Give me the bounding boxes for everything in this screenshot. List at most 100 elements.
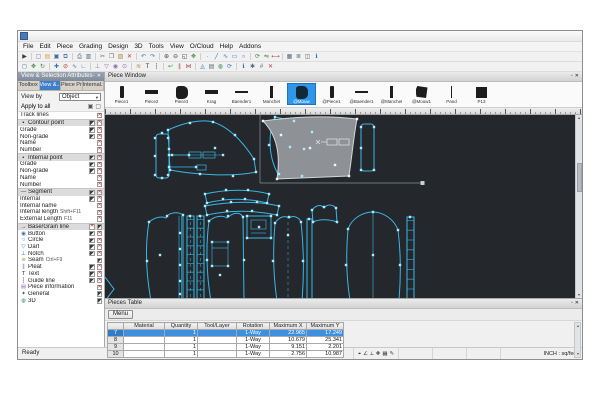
table-row-10[interactable]: 1011-Way2.75610.987 (108, 351, 344, 358)
menu-tools[interactable]: Tools (146, 42, 167, 51)
table-menu-button[interactable]: Menu (108, 310, 133, 319)
fill-toggle-icon[interactable] (89, 278, 95, 284)
corner-tool-icon[interactable]: ∟ (79, 63, 88, 71)
notch-tool-icon[interactable]: ⊥ (93, 63, 102, 71)
options-icon[interactable]: ✱ (248, 63, 257, 71)
pin-icon[interactable]: ▫ (571, 72, 573, 81)
properties-icon[interactable]: ◫ (303, 53, 312, 61)
hide-toggle-icon[interactable]: ✕ (97, 196, 103, 202)
text-tool-icon[interactable]: T (143, 63, 152, 71)
redo-icon[interactable]: ↷ (148, 53, 157, 61)
canvas-vertical-scrollbar[interactable]: ▲ ▼ (575, 115, 582, 298)
hide-toggle-icon[interactable]: ✕ (97, 264, 103, 270)
hide-toggle-icon[interactable]: ✕ (97, 271, 103, 277)
pan-icon[interactable]: ✥ (189, 53, 198, 61)
pattern-piece-narrow-strip[interactable] (307, 219, 312, 298)
paste-icon[interactable]: ▧ (116, 53, 125, 61)
zoom-fit-icon[interactable]: ◱ (180, 53, 189, 61)
pattern-piece-cuff-left[interactable] (156, 134, 169, 178)
piece-move-icon[interactable]: ✥ (29, 63, 38, 71)
hide-toggle-icon[interactable]: ✕ (97, 127, 103, 133)
piece-thumb-piece1[interactable]: Piece1 (107, 83, 136, 105)
fill-toggle-icon[interactable] (89, 134, 95, 140)
grid-icon[interactable]: ▦ (285, 53, 294, 61)
piece-thumb-krag[interactable]: Krag (197, 83, 226, 105)
table-scroll-up-icon[interactable]: ▲ (575, 323, 581, 329)
scroll-down-icon[interactable]: ▼ (576, 292, 582, 298)
hide-toggle-icon[interactable]: ✕ (97, 231, 103, 237)
menu-piece[interactable]: Piece (54, 42, 76, 51)
undo-icon[interactable]: ↶ (139, 53, 148, 61)
fill-toggle-icon[interactable] (89, 251, 95, 257)
view-by-dropdown[interactable]: Object ▾ (59, 93, 101, 101)
fill-toggle-icon[interactable] (97, 298, 103, 304)
hide-toggle-icon[interactable]: ✕ (89, 224, 95, 230)
piece-rotate-icon[interactable]: ↻ (38, 63, 47, 71)
smooth-tool-icon[interactable]: ∿ (70, 63, 79, 71)
menu-design[interactable]: Design (105, 42, 131, 51)
menu-edit[interactable]: Edit (36, 42, 53, 51)
split-tool-icon[interactable]: ∥ (175, 63, 184, 71)
close-tool-icon[interactable]: ✕ (266, 63, 275, 71)
zoom-in-icon[interactable]: ⊕ (162, 53, 171, 61)
hide-toggle-icon[interactable]: ✕ (97, 155, 103, 161)
print-preview-icon[interactable]: ▥ (84, 53, 93, 61)
curve-tool-icon[interactable]: ∿ (221, 53, 230, 61)
menu-help[interactable]: Help (217, 42, 236, 51)
line-tool-icon[interactable]: ╱ (212, 53, 221, 61)
piece-info-icon[interactable]: ℹ (239, 63, 248, 71)
close-icon[interactable]: ✕ (575, 299, 579, 308)
pattern-piece-bodice-center[interactable] (207, 213, 244, 298)
hide-toggle-icon[interactable]: ✕ (97, 147, 103, 153)
piece-select-icon[interactable]: ◻ (20, 63, 29, 71)
hide-toggle-icon[interactable]: ✕ (97, 238, 103, 244)
new-document-icon[interactable]: ▢ (34, 53, 43, 61)
hide-toggle-icon[interactable]: ✕ (97, 190, 103, 196)
fill-toggle-icon[interactable] (89, 231, 95, 237)
measure-icon[interactable]: ⟷ (271, 53, 280, 61)
table-row-8[interactable]: 811-Way10.67925.341 (108, 337, 344, 344)
hide-toggle-icon[interactable]: ✕ (97, 134, 103, 140)
copy-icon[interactable]: ❐ (107, 53, 116, 61)
dart-tool-icon[interactable]: ▽ (102, 63, 111, 71)
piece-thumb-p13[interactable]: P13 (467, 83, 496, 105)
pattern-piece-edge-partial[interactable] (105, 277, 114, 298)
menu-grading[interactable]: Grading (76, 42, 105, 51)
piece-thumb-piece2[interactable]: Piece2 (137, 83, 166, 105)
pattern-piece-collar-band-1[interactable] (205, 190, 269, 203)
fill-toggle-icon[interactable] (89, 162, 95, 168)
circle-tool-icon[interactable]: ○ (239, 53, 248, 61)
chart-view-icon[interactable]: ▤ (207, 63, 216, 71)
hide-toggle-icon[interactable]: ✕ (97, 203, 103, 209)
hide-toggle-icon[interactable]: ✕ (97, 251, 103, 257)
save-icon[interactable]: ▣ (52, 53, 61, 61)
menu-addons[interactable]: Addons (236, 42, 264, 51)
tab-piece-pr[interactable]: Piece Pr... (61, 81, 83, 90)
tab-view[interactable]: View &... (40, 81, 62, 90)
fill-toggle-icon[interactable] (89, 120, 95, 126)
piece-thumb-manchet[interactable]: Manchet (257, 83, 286, 105)
open-folder-icon[interactable]: ▤ (43, 53, 52, 61)
hide-toggle-icon[interactable]: ✕ (97, 210, 103, 216)
mirror-icon[interactable]: ⇋ (262, 53, 271, 61)
save-all-icon[interactable]: ⧉ (61, 53, 70, 61)
menu-file[interactable]: File (20, 42, 36, 51)
button-tool-icon[interactable]: ◉ (111, 63, 120, 71)
3d-view-icon[interactable]: ◍ (216, 63, 225, 71)
pattern-piece-bodice-front-left[interactable] (147, 213, 183, 298)
pattern-piece-strip-right[interactable] (407, 217, 414, 298)
canvas-svg[interactable] (105, 115, 577, 298)
join-tool-icon[interactable]: ⋈ (184, 63, 193, 71)
scroll-up-icon[interactable]: ▲ (576, 115, 582, 121)
menu-view[interactable]: View (167, 42, 187, 51)
tab-internal[interactable]: Internal... (83, 81, 105, 90)
fill-toggle-icon[interactable] (89, 168, 95, 174)
hide-toggle-icon[interactable]: ✕ (97, 216, 103, 222)
rotate-icon[interactable]: ⟳ (253, 53, 262, 61)
drill-tool-icon[interactable]: ⊙ (120, 63, 129, 71)
hide-toggle-icon[interactable]: ✕ (97, 285, 103, 291)
table-scroll-down-icon[interactable]: ▼ (575, 351, 581, 357)
pin-icon[interactable]: ▫ (93, 72, 95, 81)
piece-thumb-piece3[interactable]: Piece3 (167, 83, 196, 105)
pattern-piece-cuff-right[interactable] (361, 124, 374, 171)
